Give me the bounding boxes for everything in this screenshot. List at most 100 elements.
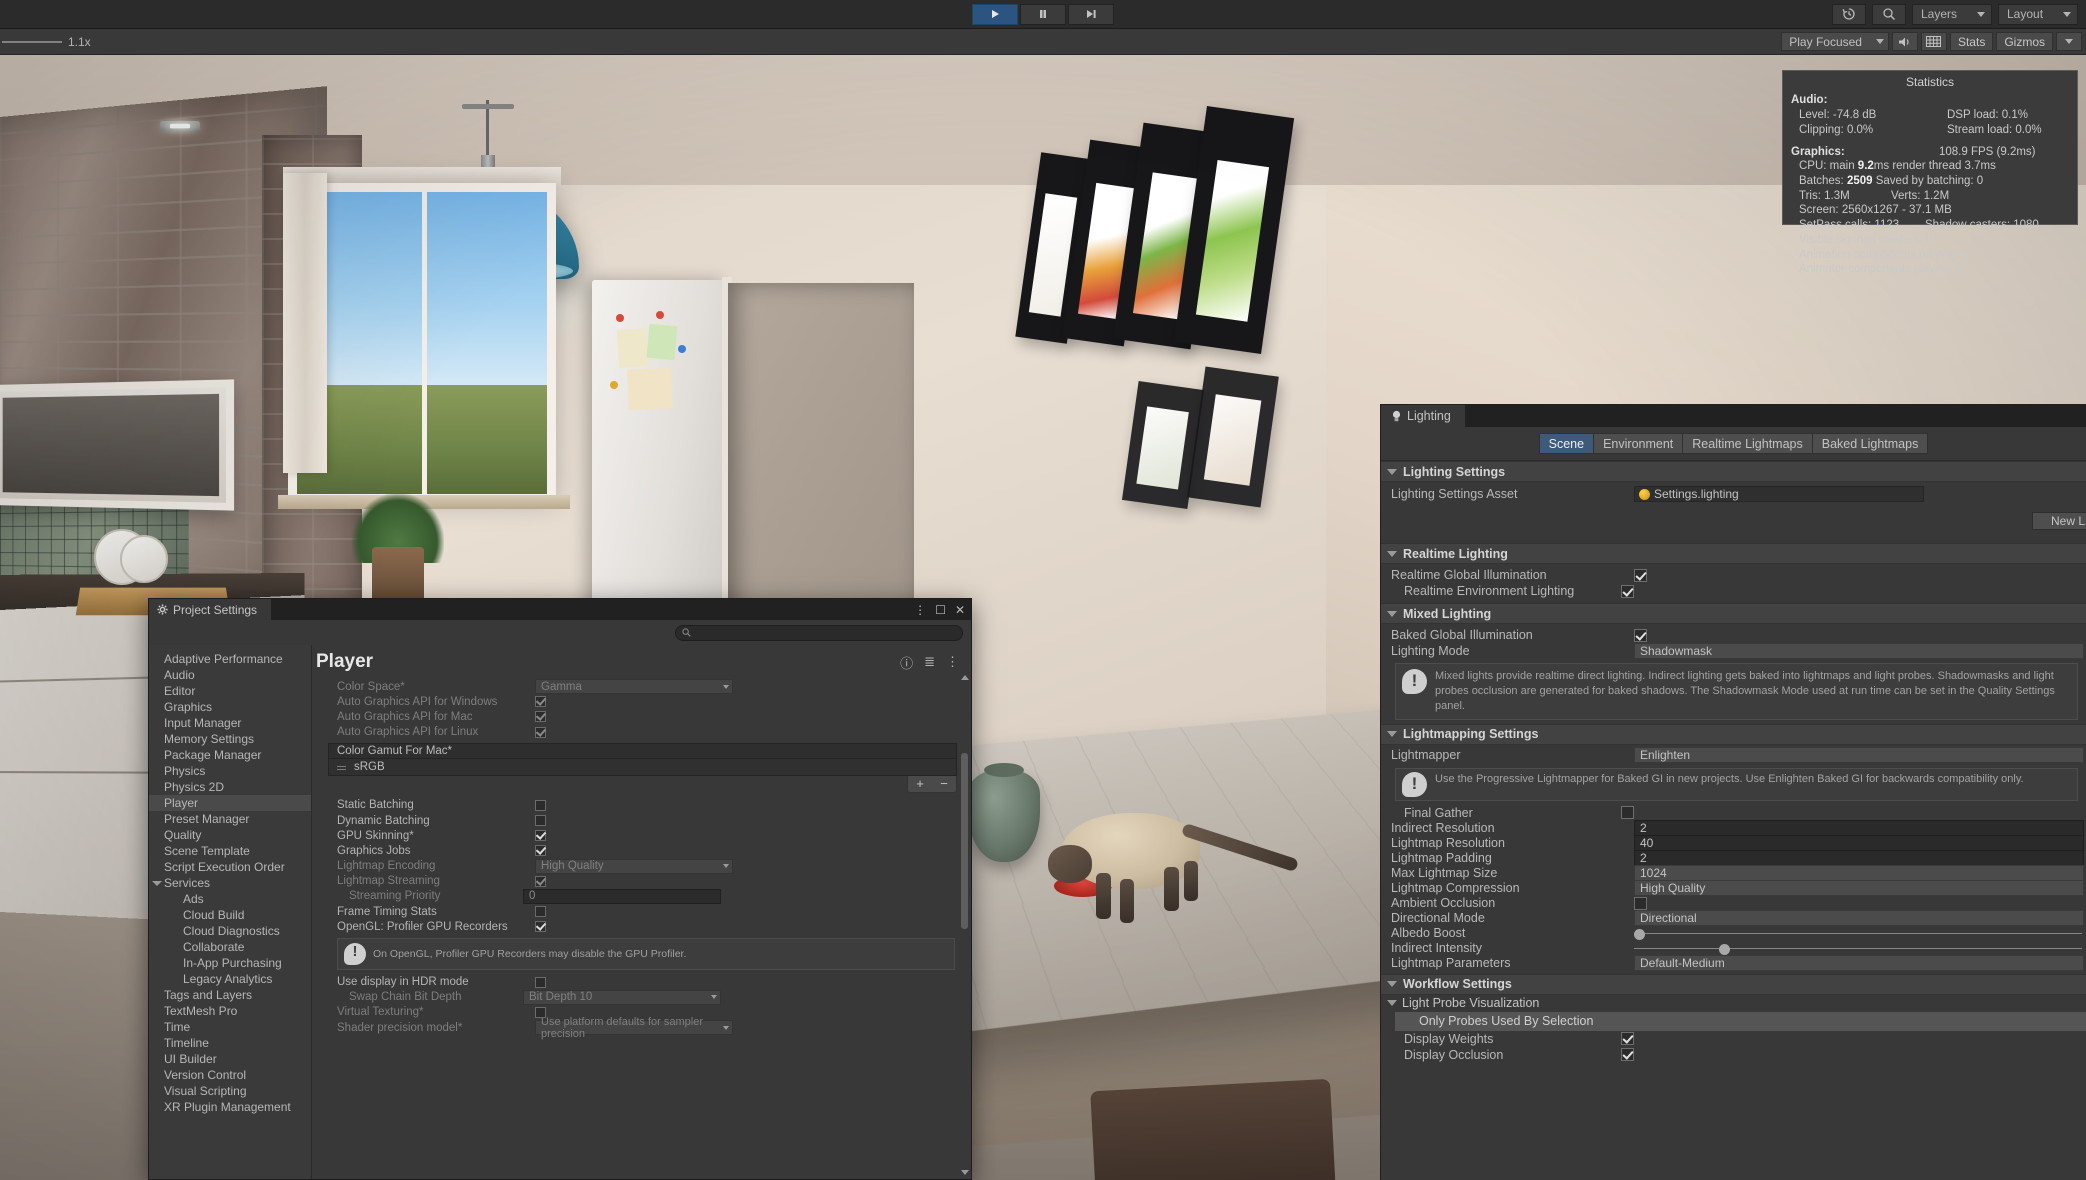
sidebar-item-services[interactable]: Services [149, 875, 311, 891]
opengl-recorders-checkbox[interactable] [535, 921, 546, 933]
scroll-up-arrow[interactable] [961, 675, 969, 680]
realtime-gi-checkbox[interactable] [1634, 568, 1647, 582]
scrollbar-thumb[interactable] [961, 753, 968, 929]
sidebar-item-scene-template[interactable]: Scene Template [149, 843, 311, 859]
lightmap-streaming-checkbox[interactable] [535, 875, 546, 887]
sidebar-item-audio[interactable]: Audio [149, 667, 311, 683]
section-light-probe-visualization[interactable]: Light Probe Visualization [1381, 995, 2086, 1012]
final-gather-checkbox[interactable] [1621, 806, 1634, 820]
grid-icon[interactable] [1920, 32, 1947, 51]
max-lightmap-size-dropdown[interactable]: 1024 [1634, 865, 2084, 882]
sidebar-item-graphics[interactable]: Graphics [149, 699, 311, 715]
sidebar-item-adaptive-performance[interactable]: Adaptive Performance [149, 651, 311, 667]
auto-gfx-mac-checkbox[interactable] [535, 711, 546, 723]
lightmap-compression-dropdown[interactable]: High Quality [1634, 880, 2084, 897]
gpu-skinning-checkbox[interactable] [535, 830, 546, 842]
sidebar-item-in-app-purchasing[interactable]: In-App Purchasing [149, 955, 311, 971]
sidebar-item-textmesh-pro[interactable]: TextMesh Pro [149, 1003, 311, 1019]
new-lighting-settings-button[interactable]: New L [2032, 512, 2086, 530]
section-mixed-lighting[interactable]: Mixed Lighting [1381, 603, 2086, 624]
search-input[interactable] [675, 624, 963, 641]
tab-environment[interactable]: Environment [1594, 433, 1684, 454]
sidebar-item-time[interactable]: Time [149, 1019, 311, 1035]
sidebar-item-collaborate[interactable]: Collaborate [149, 939, 311, 955]
static-batching-checkbox[interactable] [535, 799, 546, 811]
streaming-priority-input[interactable]: 0 [523, 888, 721, 904]
section-realtime-lighting[interactable]: Realtime Lighting [1381, 543, 2086, 564]
kebab-menu-icon[interactable]: ⋮ [914, 603, 926, 617]
pause-button[interactable] [1020, 3, 1066, 25]
search-icon[interactable] [1872, 3, 1906, 25]
sidebar-item-input-manager[interactable]: Input Manager [149, 715, 311, 731]
section-workflow-settings[interactable]: Workflow Settings [1381, 973, 2086, 995]
lighting-settings-asset-field[interactable]: Settings.lighting [1634, 486, 1924, 502]
gizmos-button[interactable]: Gizmos [1996, 32, 2053, 51]
tab-lighting[interactable]: Lighting [1381, 405, 1465, 427]
shader-precision-dropdown[interactable]: Use platform defaults for sampler precis… [535, 1016, 733, 1040]
add-button[interactable]: + [908, 776, 932, 792]
sidebar-item-version-control[interactable]: Version Control [149, 1067, 311, 1083]
zoom-control[interactable]: 1.1x [0, 35, 91, 49]
auto-gfx-windows-checkbox[interactable] [535, 696, 546, 708]
kebab-menu-icon[interactable]: ⋮ [946, 654, 959, 670]
tab-project-settings[interactable]: Project Settings [149, 599, 272, 620]
ambient-occlusion-checkbox[interactable] [1634, 896, 1647, 910]
sidebar-item-cloud-diagnostics[interactable]: Cloud Diagnostics [149, 923, 311, 939]
play-mode-dropdown[interactable]: Play Focused [1781, 32, 1889, 51]
sidebar-item-ui-builder[interactable]: UI Builder [149, 1051, 311, 1067]
auto-gfx-linux-checkbox[interactable] [535, 726, 546, 738]
sidebar-item-memory-settings[interactable]: Memory Settings [149, 731, 311, 747]
lightmap-encoding-dropdown[interactable]: High Quality [535, 858, 733, 874]
realtime-env-checkbox[interactable] [1621, 584, 1634, 598]
lightmap-resolution-input[interactable]: 40 [1634, 835, 2084, 852]
drag-handle-icon[interactable] [337, 766, 346, 768]
only-probes-dropdown[interactable]: Only Probes Used By Selection [1395, 1011, 2086, 1031]
graphics-jobs-checkbox[interactable] [535, 845, 546, 857]
lightmapper-dropdown[interactable]: Enlighten [1634, 747, 2084, 764]
sidebar-item-legacy-analytics[interactable]: Legacy Analytics [149, 971, 311, 987]
color-gamut-list-item[interactable]: sRGB [328, 758, 957, 776]
albedo-boost-slider[interactable] [1634, 927, 2082, 940]
sidebar-item-player[interactable]: Player [149, 795, 311, 811]
sidebar-item-xr-plugin-management[interactable]: XR Plugin Management [149, 1099, 311, 1115]
zoom-slider[interactable] [2, 40, 62, 43]
player-settings-scrollbar[interactable] [960, 675, 969, 1175]
sidebar-item-script-execution-order[interactable]: Script Execution Order [149, 859, 311, 875]
sidebar-item-cloud-build[interactable]: Cloud Build [149, 907, 311, 923]
hdr-mode-checkbox[interactable] [535, 976, 546, 988]
sidebar-item-quality[interactable]: Quality [149, 827, 311, 843]
sidebar-item-ads[interactable]: Ads [149, 891, 311, 907]
tab-realtime-lightmaps[interactable]: Realtime Lightmaps [1683, 433, 1813, 454]
sidebar-item-editor[interactable]: Editor [149, 683, 311, 699]
layers-dropdown[interactable]: Layers [1912, 3, 1992, 25]
close-icon[interactable]: ✕ [955, 603, 965, 617]
indirect-intensity-slider[interactable] [1634, 942, 2082, 955]
directional-mode-dropdown[interactable]: Directional [1634, 910, 2084, 927]
tab-scene[interactable]: Scene [1538, 433, 1595, 454]
sidebar-item-package-manager[interactable]: Package Manager [149, 747, 311, 763]
frame-timing-checkbox[interactable] [535, 906, 546, 918]
sidebar-item-physics[interactable]: Physics [149, 763, 311, 779]
sidebar-item-visual-scripting[interactable]: Visual Scripting [149, 1083, 311, 1099]
display-occlusion-checkbox[interactable] [1621, 1048, 1634, 1062]
section-lighting-settings[interactable]: Lighting Settings [1381, 461, 2086, 482]
speaker-icon[interactable] [1891, 32, 1918, 51]
virtual-texturing-checkbox[interactable] [535, 1006, 546, 1018]
display-weights-checkbox[interactable] [1621, 1032, 1634, 1046]
layout-dropdown[interactable]: Layout [1998, 3, 2078, 25]
indirect-resolution-input[interactable]: 2 [1634, 820, 2084, 837]
sidebar-item-physics-2d[interactable]: Physics 2D [149, 779, 311, 795]
gizmos-dropdown[interactable] [2056, 32, 2082, 51]
play-button[interactable] [972, 3, 1018, 25]
history-icon[interactable] [1832, 3, 1866, 25]
sidebar-item-preset-manager[interactable]: Preset Manager [149, 811, 311, 827]
scroll-down-arrow[interactable] [961, 1170, 969, 1175]
lightmap-parameters-dropdown[interactable]: Default-Medium [1634, 955, 2084, 972]
dynamic-batching-checkbox[interactable] [535, 815, 546, 827]
step-button[interactable] [1068, 3, 1114, 25]
remove-button[interactable]: − [932, 776, 956, 792]
lightmap-padding-input[interactable]: 2 [1634, 850, 2084, 867]
color-space-dropdown[interactable]: Gamma [535, 679, 733, 695]
section-lightmapping-settings[interactable]: Lightmapping Settings [1381, 723, 2086, 745]
swap-chain-dropdown[interactable]: Bit Depth 10 [523, 989, 721, 1005]
